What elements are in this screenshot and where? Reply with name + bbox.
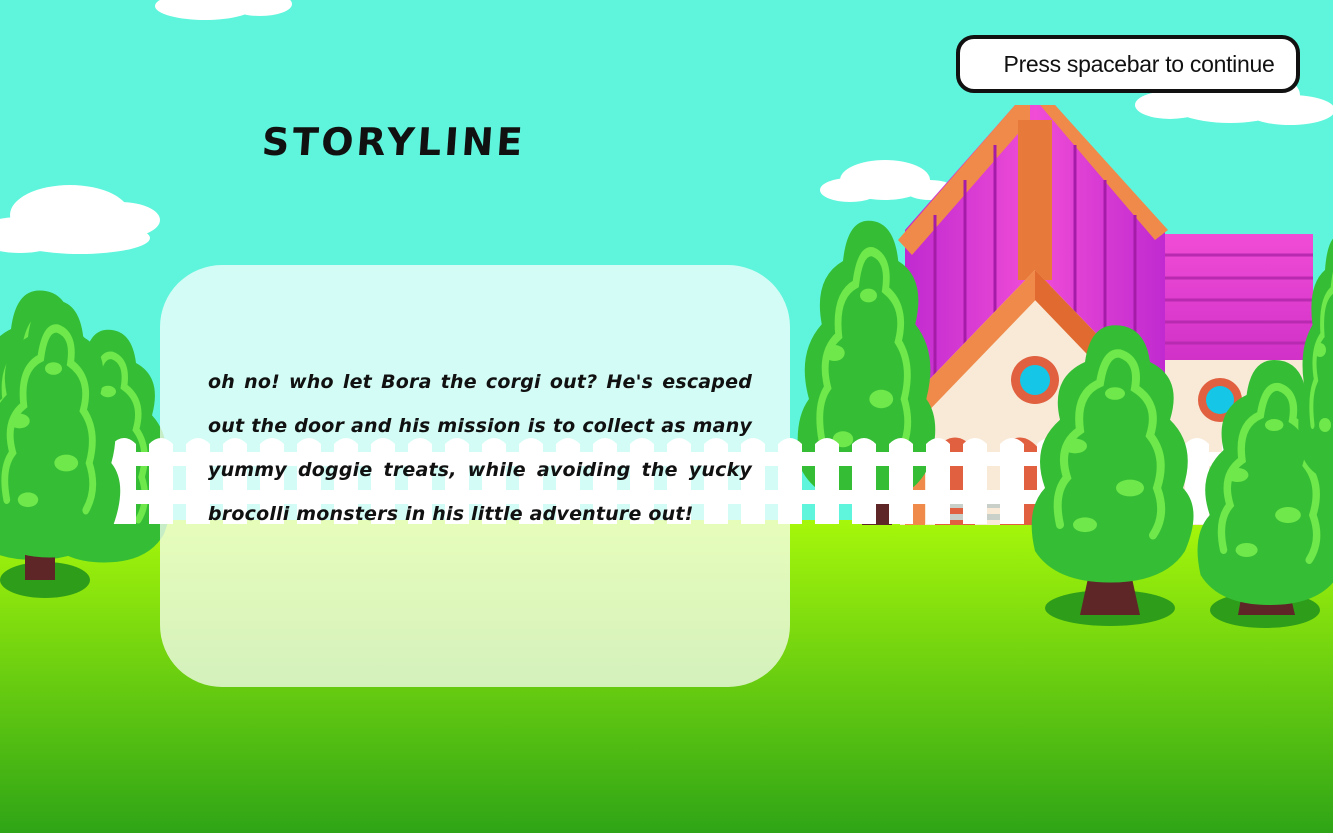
fence-picket [889,438,913,524]
fence-picket [926,438,950,524]
fence-picket [852,438,876,524]
fence-picket [963,438,987,524]
fence-picket [1000,438,1024,524]
continue-label: Press spacebar to continue [1003,50,1275,77]
story-text: oh no! who let Bora the corgi out? He's … [208,371,752,525]
fence-picket [815,438,839,524]
continue-button[interactable]: Press spacebar to continue [956,35,1300,93]
page-title: STORYLINE [260,120,527,164]
